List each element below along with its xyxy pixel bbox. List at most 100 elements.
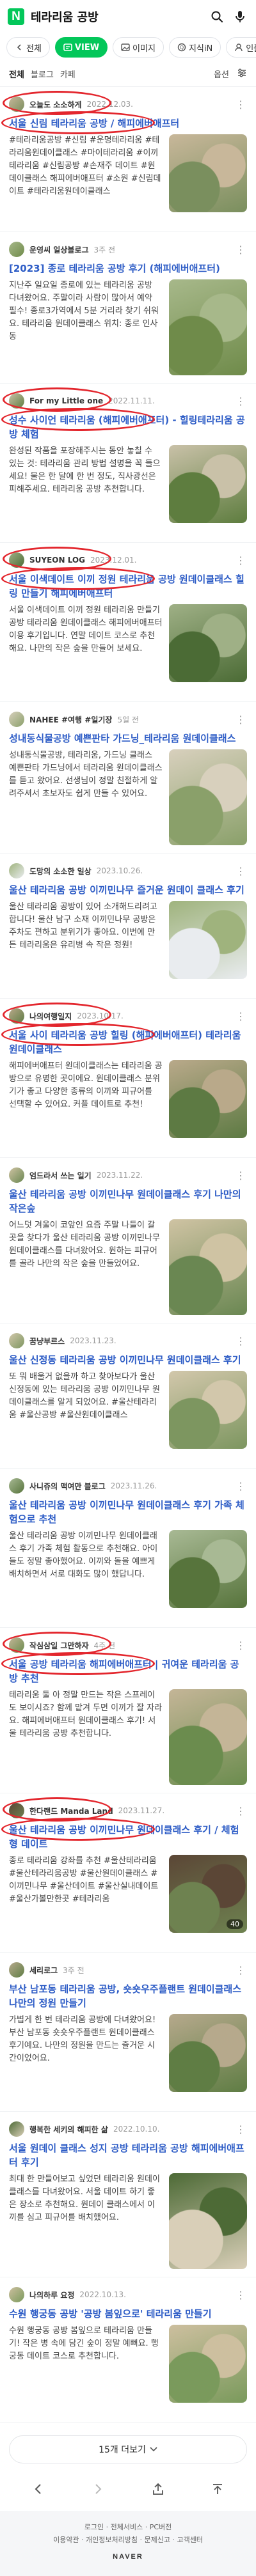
- more-options-icon[interactable]: ⋮: [234, 1335, 247, 1347]
- post-snippet[interactable]: 성내동식물공방, 테라리움, 가드닝 클래스 예쁜판타 가드닝에서 테라리움 원…: [9, 749, 163, 839]
- result-post[interactable]: NAHEE #여행 #일기장 5일 전 ⋮ 성내동식물공방 예쁜판타 가드닝_테라리움…: [0, 702, 256, 854]
- post-author[interactable]: 나의하루 요정: [29, 2290, 74, 2300]
- post-author[interactable]: 행복한 세키의 해피한 삶: [29, 2124, 108, 2135]
- post-title[interactable]: 서울 원데이 클래스 성지 공방 테라리움 공방 해피에버애프터 후기: [9, 2141, 247, 2169]
- result-post[interactable]: 한다랜드 Manda Land 2023.11.27. ⋮ 울산 테라리움 공방 이끼…: [0, 1793, 256, 1953]
- post-author[interactable]: 엄드라서 쓰는 일기: [29, 1170, 92, 1181]
- settings-icon[interactable]: [237, 68, 247, 81]
- post-author[interactable]: 오늘도 소소하게: [29, 99, 81, 110]
- result-post[interactable]: 운영씨 일상블로그 3주 전 ⋮ [2023] 종로 테라리움 공방 후기 (해피에버…: [0, 232, 256, 384]
- avatar[interactable]: [9, 393, 24, 409]
- post-snippet[interactable]: 울산 테라리움 공방 이끼민나무 원데이클래스 후기 가족 체험 활동으로 추천…: [9, 1530, 163, 1620]
- post-author[interactable]: 한다랜드 Manda Land: [29, 1806, 113, 1816]
- tab-image[interactable]: 이미지: [113, 37, 164, 58]
- search-icon[interactable]: [209, 8, 225, 25]
- post-author[interactable]: SUYEON LOG: [29, 556, 85, 565]
- forward-arrow-icon[interactable]: [85, 2476, 111, 2502]
- microphone-icon[interactable]: [232, 8, 248, 25]
- post-thumbnail[interactable]: [169, 2014, 247, 2092]
- footer-links[interactable]: 로그인 · 전체서비스 · PC버전: [6, 2521, 250, 2534]
- post-title[interactable]: 서울 사이 테라리움 공방 힐링 (해피에버애프터) 테라리움 원데이클래스: [9, 1028, 247, 1056]
- post-thumbnail[interactable]: [169, 1060, 247, 1138]
- post-thumbnail[interactable]: [169, 1219, 247, 1315]
- post-snippet[interactable]: 어느덧 겨울이 코앞인 요즘 주말 나들이 갈 곳을 찾다가 울산 테라리움 공…: [9, 1219, 163, 1309]
- post-thumbnail[interactable]: [169, 1689, 247, 1785]
- top-icon[interactable]: [205, 2476, 230, 2502]
- post-snippet[interactable]: 수원 행궁동 공방 봄잎으로 테라리움 만들기! 작은 병 속에 담긴 숲이 정…: [9, 2325, 163, 2414]
- post-title[interactable]: 울산 테라리움 공방 이끼민나무 원데이클래스 후기 가족 체험으로 추천: [9, 1498, 247, 1526]
- avatar[interactable]: [9, 1962, 24, 1978]
- more-options-icon[interactable]: ⋮: [234, 554, 247, 566]
- more-options-icon[interactable]: ⋮: [234, 395, 247, 407]
- share-icon[interactable]: [145, 2476, 171, 2502]
- post-snippet[interactable]: #테라리움공방 #신림 #운명테라리움 #테라리움원데이클래스 #마이테라리움 …: [9, 134, 163, 224]
- post-thumbnail[interactable]: [169, 445, 247, 523]
- avatar[interactable]: [9, 242, 24, 257]
- search-query[interactable]: 테라리움 공방: [31, 8, 202, 25]
- filter-blog[interactable]: 블로그: [31, 68, 54, 80]
- post-title[interactable]: 수원 행궁동 공방 '공방 봄잎으로' 테라리움 만들기: [9, 2307, 247, 2321]
- avatar[interactable]: [9, 712, 24, 727]
- result-post[interactable]: 나의여행일지 2023.10.17. ⋮ 서울 사이 테라리움 공방 힐링 (해피에버…: [0, 999, 256, 1158]
- post-author[interactable]: 도망의 소소한 일상: [29, 866, 92, 877]
- result-post[interactable]: SUYEON LOG 2023.12.01. ⋮ 서울 이색데이트 이끼 정원 테라리…: [0, 543, 256, 702]
- post-snippet[interactable]: 종로 테라리움 강좌를 추천 #울산테라리움 #울산테라리움공방 #울산원데이클…: [9, 1855, 163, 1944]
- result-post[interactable]: 작심삼일 그만하자 4주 전 ⋮ 서울 공방 테라리움 해피에버애프터 | 귀여운 테…: [0, 1628, 256, 1793]
- more-options-icon[interactable]: ⋮: [234, 244, 247, 256]
- post-snippet[interactable]: 최대 한 만들어보고 싶었던 테라리움 원데이 클래스를 다녀왔어요. 서울 데…: [9, 2173, 163, 2263]
- filter-all[interactable]: 전체: [9, 68, 24, 80]
- post-thumbnail[interactable]: [169, 2173, 247, 2269]
- result-post[interactable]: 행복한 세키의 해피한 삶 2022.10.10. ⋮ 서울 원데이 클래스 성지 공…: [0, 2112, 256, 2277]
- tab-influencer[interactable]: 인플: [226, 37, 256, 58]
- more-options-icon[interactable]: ⋮: [234, 865, 247, 877]
- post-snippet[interactable]: 완성된 작품을 포장해주시는 동안 놓칠 수 있는 것: 테라리움 관리 방법 …: [9, 445, 163, 535]
- post-title[interactable]: 서울 공방 테라리움 해피에버애프터 | 귀여운 테라리움 공방 추천: [9, 1657, 247, 1685]
- result-post[interactable]: 오늘도 소소하게 2022.12.03. ⋮ 서울 신림 테라리움 공방 / 해피에버…: [0, 87, 256, 232]
- result-post[interactable]: For my Little one 2022.11.11. ⋮ 성수 사이언 테라리움…: [0, 384, 256, 543]
- footer-policy[interactable]: 이용약관 · 개인정보처리방침 · 문제신고 · 고객센터: [6, 2534, 250, 2547]
- post-title[interactable]: 울산 신정동 테라리움 공방 이끼민나무 원데이클래스 후기: [9, 1353, 247, 1367]
- avatar[interactable]: [9, 1008, 24, 1024]
- result-post[interactable]: 세리로그 3주 전 ⋮ 부산 남포동 테라리움 공방, 숏숏우주플랜트 원데이클래스 …: [0, 1953, 256, 2112]
- post-thumbnail[interactable]: [169, 749, 247, 845]
- post-title[interactable]: 부산 남포동 테라리움 공방, 숏숏우주플랜트 원데이클래스 나만의 정원 만들…: [9, 1982, 247, 2010]
- post-snippet[interactable]: 해피에버애프터 원데이클래스는 테라리움 공방으로 유명한 곳이에요. 원데이클…: [9, 1060, 163, 1150]
- post-snippet[interactable]: 울산 테라리움 공방이 있어 소개해드리려고 합니다! 울산 남구 소재 이끼민…: [9, 901, 163, 990]
- post-thumbnail[interactable]: [169, 279, 247, 375]
- post-thumbnail[interactable]: [169, 1530, 247, 1608]
- post-author[interactable]: NAHEE #여행 #일기장: [29, 714, 112, 725]
- post-author[interactable]: 사니쥬의 맥여만 블로그: [29, 1481, 106, 1492]
- post-thumbnail[interactable]: [169, 901, 247, 979]
- avatar[interactable]: [9, 1803, 24, 1818]
- more-options-icon[interactable]: ⋮: [234, 1639, 247, 1651]
- post-title[interactable]: 서울 신림 테라리움 공방 / 해피에버애프터: [9, 116, 247, 130]
- post-title[interactable]: 울산 테라리움 공방 이끼민나무 원데이클래스 후기 나만의 작은숲: [9, 1187, 247, 1215]
- load-more-button[interactable]: 15개 더보기: [9, 2435, 247, 2463]
- post-title[interactable]: 울산 테라리움 공방 이끼민나무 원데이클래스 후기 / 체험형 데이트: [9, 1823, 247, 1851]
- more-options-icon[interactable]: ⋮: [234, 714, 247, 726]
- post-thumbnail[interactable]: [169, 2325, 247, 2403]
- filter-cafe[interactable]: 카페: [60, 68, 76, 80]
- post-thumbnail[interactable]: [169, 604, 247, 682]
- post-title[interactable]: 서울 이색데이트 이끼 정원 테라리움 공방 원데이클래스 힐링 만들기 해피에…: [9, 572, 247, 600]
- post-title[interactable]: [2023] 종로 테라리움 공방 후기 (해피에버애프터): [9, 262, 247, 276]
- avatar[interactable]: [9, 1333, 24, 1348]
- more-options-icon[interactable]: ⋮: [234, 2289, 247, 2301]
- avatar[interactable]: [9, 1167, 24, 1183]
- post-author[interactable]: 꿈냥부르스: [29, 1336, 65, 1347]
- post-author[interactable]: 나의여행일지: [29, 1011, 72, 1022]
- avatar[interactable]: [9, 2121, 24, 2137]
- result-post[interactable]: 도망의 소소한 일상 2023.10.26. ⋮ 울산 테라리움 공방 이끼민나무 즐…: [0, 854, 256, 999]
- result-post[interactable]: 꿈냥부르스 2023.11.23. ⋮ 울산 신정동 테라리움 공방 이끼민나무 원데…: [0, 1323, 256, 1469]
- post-snippet[interactable]: 가볍게 한 번 테라리움 공방에 다녀왔어요! 부산 남포동 숏숏우주플랜트 원…: [9, 2014, 163, 2104]
- more-options-icon[interactable]: ⋮: [234, 1805, 247, 1817]
- avatar[interactable]: [9, 2287, 24, 2302]
- post-thumbnail[interactable]: 40: [169, 1855, 247, 1933]
- avatar[interactable]: [9, 1637, 24, 1653]
- post-author[interactable]: 작심삼일 그만하자: [29, 1640, 89, 1651]
- avatar[interactable]: [9, 1478, 24, 1494]
- more-options-icon[interactable]: ⋮: [234, 1010, 247, 1022]
- post-title[interactable]: 성수 사이언 테라리움 (해피에버애프터) - 힐링테라리움 공방 체험: [9, 413, 247, 441]
- avatar[interactable]: [9, 552, 24, 568]
- post-snippet[interactable]: 또 뭐 배울거 없을까 하고 찾아보다가 울산 신정동에 있는 테라리움 공방 …: [9, 1371, 163, 1460]
